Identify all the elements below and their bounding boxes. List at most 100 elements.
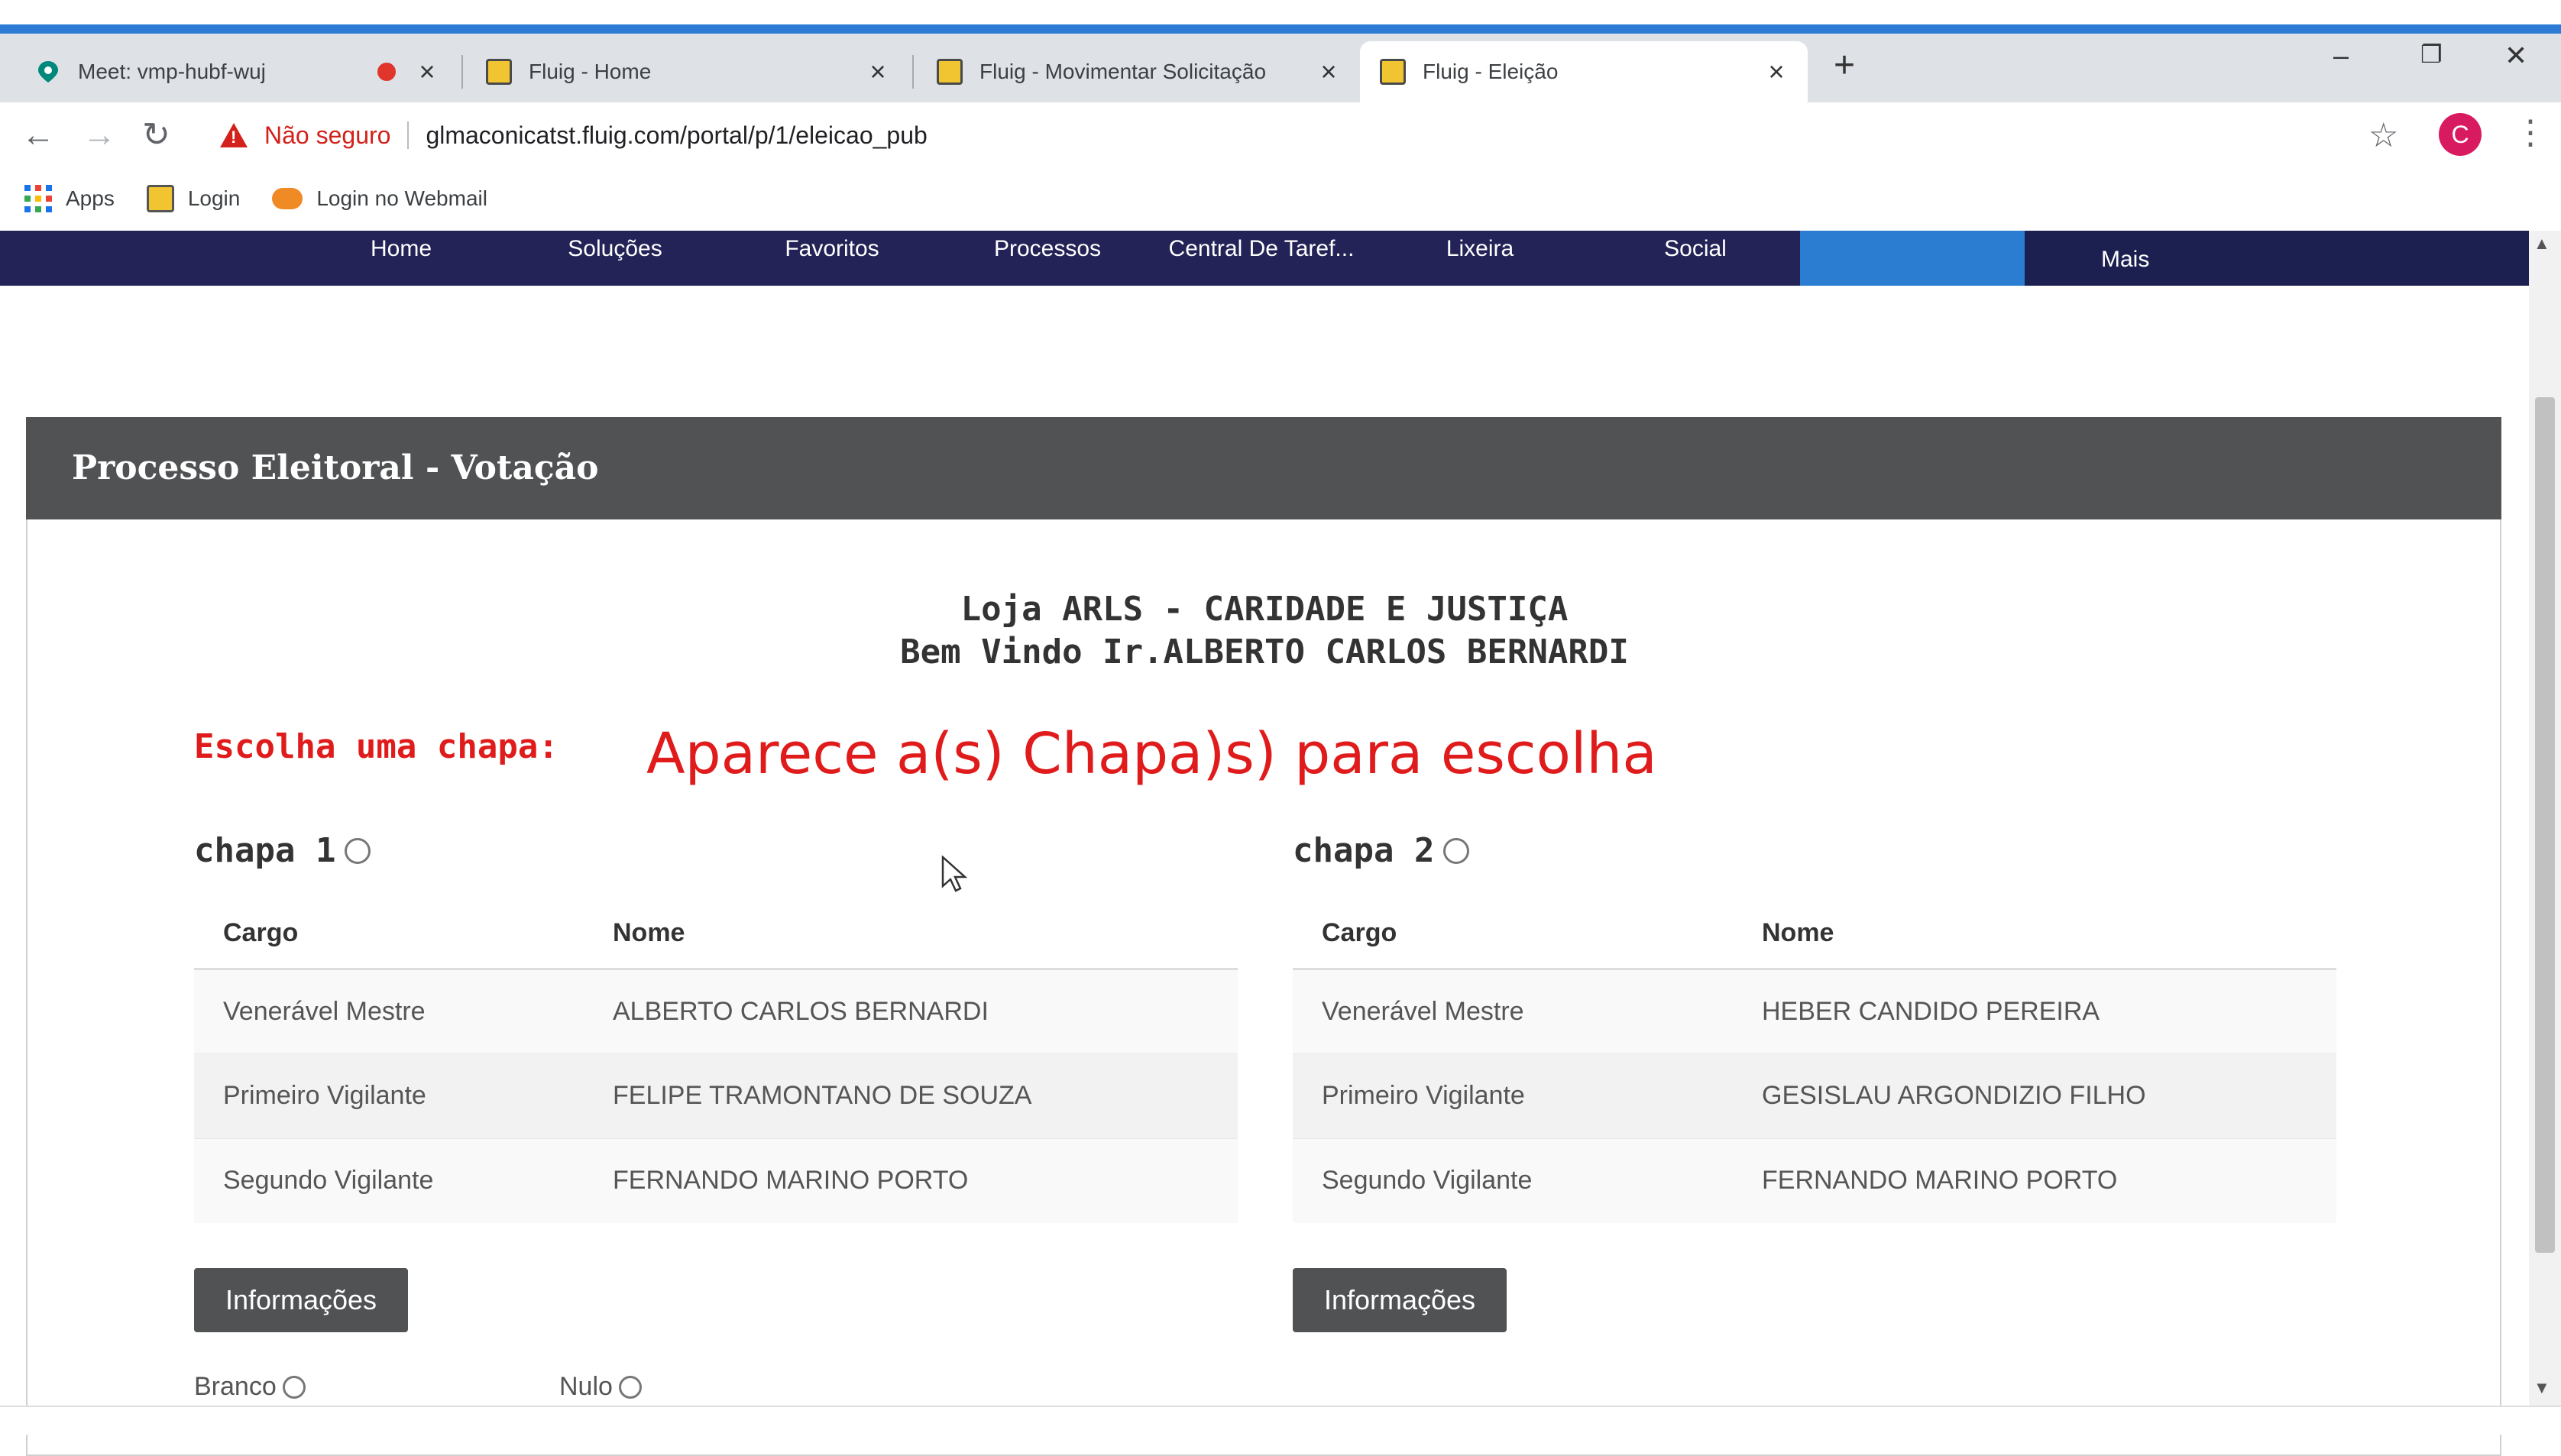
column-header-nome: Nome xyxy=(584,898,1238,970)
cell-nome: FELIPE TRAMONTANO DE SOUZA xyxy=(584,1053,1238,1138)
nav-solucoes[interactable]: Soluções xyxy=(535,231,695,286)
option-branco[interactable]: Branco xyxy=(194,1372,306,1402)
url-text: glmaconicatst.fluig.com/portal/p/1/eleic… xyxy=(426,121,928,149)
restore-icon[interactable]: ❐ xyxy=(2420,40,2443,69)
bookmark-webmail[interactable]: Login no Webmail xyxy=(272,186,487,211)
cell-nome: HEBER CANDIDO PEREIRA xyxy=(1733,968,2336,1053)
webmail-icon xyxy=(272,188,303,209)
bookmark-star-icon[interactable]: ☆ xyxy=(2368,116,2398,155)
bookmark-label: Login no Webmail xyxy=(316,186,487,210)
tab-strip: Meet: vmp-hubf-wuj × Fluig - Home × Flui… xyxy=(0,34,2561,102)
forward-icon[interactable]: → xyxy=(83,116,116,154)
bookmark-login[interactable]: Login xyxy=(146,185,241,212)
tab-meet[interactable]: Meet: vmp-hubf-wuj × xyxy=(15,41,458,102)
not-secure-label: Não seguro xyxy=(264,121,391,149)
bookmark-label: Login xyxy=(187,186,241,210)
tab-separator xyxy=(461,55,463,89)
apps-grid-icon xyxy=(24,185,52,212)
close-icon[interactable]: × xyxy=(416,56,439,88)
nav-mais[interactable]: Mais xyxy=(2025,231,2529,286)
fluig-icon xyxy=(146,185,174,212)
window-close-icon[interactable]: ✕ xyxy=(2504,40,2527,72)
option-label: Nulo xyxy=(559,1372,613,1401)
table-row: Segundo Vigilante FERNANDO MARINO PORTO xyxy=(1293,1137,2336,1223)
table-row: Primeiro Vigilante GESISLAU ARGONDIZIO F… xyxy=(1293,1053,2336,1138)
cell-cargo: Primeiro Vigilante xyxy=(194,1053,584,1138)
fluig-icon xyxy=(486,59,512,85)
column-header-nome: Nome xyxy=(1733,898,2336,970)
nav-social[interactable]: Social xyxy=(1615,231,1776,286)
cell-nome: ALBERTO CARLOS BERNARDI xyxy=(584,968,1238,1053)
nav-lixeira[interactable]: Lixeira xyxy=(1400,231,1560,286)
lodge-name: Loja ARLS - CARIDADE E JUSTIÇA xyxy=(960,590,1569,629)
nulo-radio[interactable] xyxy=(618,1375,642,1399)
scroll-down-icon[interactable]: ▼ xyxy=(2533,1378,2550,1398)
warning-icon xyxy=(220,123,248,147)
column-header-cargo: Cargo xyxy=(1293,898,1733,970)
bookmarks-bar: Apps Login Login no Webmail xyxy=(0,168,2561,229)
cell-cargo: Venerável Mestre xyxy=(194,968,584,1053)
slate-2-radio[interactable] xyxy=(1443,837,1470,864)
nav-favoritos[interactable]: Favoritos xyxy=(752,231,912,286)
slate-1-option[interactable]: chapa 1 xyxy=(194,831,371,870)
choose-slate-label: Escolha uma chapa: xyxy=(194,727,558,766)
nav-active-slot[interactable] xyxy=(1800,231,2025,286)
slate-2-info-button[interactable]: Informações xyxy=(1293,1268,1507,1332)
table-row: Venerável Mestre ALBERTO CARLOS BERNARDI xyxy=(194,968,1238,1053)
cell-cargo: Segundo Vigilante xyxy=(1293,1137,1733,1223)
menu-icon[interactable]: ⋮ xyxy=(2514,113,2547,152)
meet-icon xyxy=(38,61,58,83)
tab-title: Fluig - Eleição xyxy=(1423,60,1559,83)
mouse-cursor-icon xyxy=(941,856,967,892)
scrollbar-thumb[interactable] xyxy=(2535,397,2555,1253)
reload-icon[interactable]: ↻ xyxy=(142,116,170,154)
slate-label: chapa 2 xyxy=(1293,831,1435,870)
fluig-icon xyxy=(937,59,963,85)
nav-home[interactable]: Home xyxy=(321,231,481,286)
address-bar[interactable]: Não seguro glmaconicatst.fluig.com/porta… xyxy=(205,110,2420,160)
table-row: Primeiro Vigilante FELIPE TRAMONTANO DE … xyxy=(194,1053,1238,1138)
window-bottom-edge xyxy=(0,1406,2561,1435)
tab-fluig-eleicao[interactable]: Fluig - Eleição × xyxy=(1360,41,1808,102)
cell-nome: GESISLAU ARGONDIZIO FILHO xyxy=(1733,1053,2336,1138)
option-label: Branco xyxy=(194,1372,277,1401)
new-tab-icon[interactable]: + xyxy=(1834,44,1855,86)
bookmark-label: Apps xyxy=(66,186,115,210)
tab-title: Meet: vmp-hubf-wuj xyxy=(78,60,266,83)
browser-toolbar: ← → ↻ Não seguro glmaconicatst.fluig.com… xyxy=(0,102,2561,168)
recording-icon xyxy=(377,63,396,81)
fluig-icon xyxy=(1380,59,1406,85)
tab-fluig-home[interactable]: Fluig - Home × xyxy=(466,41,909,102)
table-row: Venerável Mestre HEBER CANDIDO PEREIRA xyxy=(1293,968,2336,1053)
slate-1-radio[interactable] xyxy=(345,837,371,864)
welcome-text: Bem Vindo Ir.ALBERTO CARLOS BERNARDI xyxy=(900,633,1629,671)
back-icon[interactable]: ← xyxy=(21,116,55,154)
nav-central-tarefas[interactable]: Central De Taref... xyxy=(1151,231,1372,286)
site-navbar: Home Soluções Favoritos Processos Centra… xyxy=(0,231,2529,286)
slate-2-option[interactable]: chapa 2 xyxy=(1293,831,1470,870)
bookmark-apps[interactable]: Apps xyxy=(24,185,115,212)
slate-1-info-button[interactable]: Informações xyxy=(194,1268,408,1332)
panel-title: Processo Eleitoral - Votação xyxy=(26,417,2501,519)
profile-avatar[interactable]: C xyxy=(2439,113,2482,156)
slate-1-table: Cargo Nome Venerável Mestre ALBERTO CARL… xyxy=(194,898,1238,1223)
close-icon[interactable]: × xyxy=(1317,56,1340,88)
cell-cargo: Segundo Vigilante xyxy=(194,1137,584,1223)
column-header-cargo: Cargo xyxy=(194,898,584,970)
annotation-text: Aparece a(s) Chapa)s) para escolha xyxy=(646,721,1657,787)
option-nulo[interactable]: Nulo xyxy=(559,1372,642,1402)
close-icon[interactable]: × xyxy=(866,56,889,88)
scroll-up-icon[interactable]: ▲ xyxy=(2533,234,2550,254)
window-top xyxy=(0,0,2561,34)
cell-cargo: Venerável Mestre xyxy=(1293,968,1733,1053)
minimize-icon[interactable]: – xyxy=(2333,40,2349,72)
slate-label: chapa 1 xyxy=(194,831,336,870)
tab-fluig-movimentar[interactable]: Fluig - Movimentar Solicitação × xyxy=(917,41,1360,102)
nav-processos[interactable]: Processos xyxy=(967,231,1128,286)
cell-cargo: Primeiro Vigilante xyxy=(1293,1053,1733,1138)
close-icon[interactable]: × xyxy=(1765,56,1788,88)
tab-title: Fluig - Movimentar Solicitação xyxy=(979,60,1267,83)
window-accent-bar xyxy=(0,24,2561,34)
branco-radio[interactable] xyxy=(282,1375,306,1399)
cell-nome: FERNANDO MARINO PORTO xyxy=(1733,1137,2336,1223)
